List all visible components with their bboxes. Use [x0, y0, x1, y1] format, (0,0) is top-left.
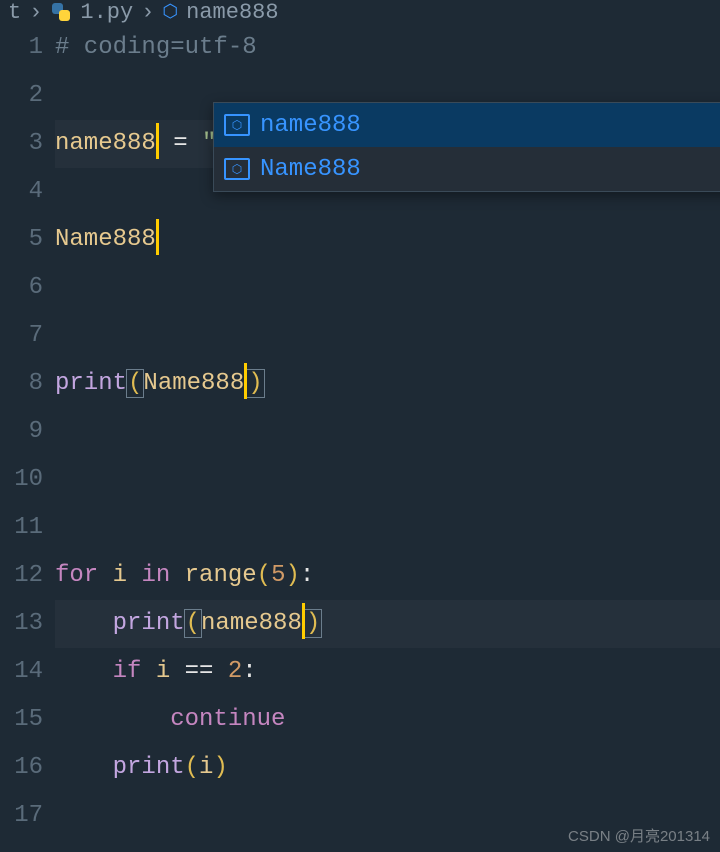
keyword-for: for	[55, 562, 98, 589]
autocomplete-item[interactable]: ⬡ name888	[214, 103, 720, 147]
paren-close: )	[285, 562, 299, 589]
operator-eq: ==	[185, 658, 214, 685]
code-line[interactable]: if i == 2:	[55, 648, 720, 696]
line-number: 5	[0, 216, 43, 264]
code-area[interactable]: # coding=utf-8 name888 = "●文天" Name888 p…	[55, 24, 720, 852]
code-line[interactable]	[55, 408, 720, 456]
line-number: 3	[0, 120, 43, 168]
paren-close: )	[246, 369, 264, 398]
text-cursor	[156, 219, 159, 255]
python-file-icon	[50, 1, 72, 23]
line-number: 6	[0, 264, 43, 312]
line-number: 13	[0, 600, 43, 648]
line-number: 14	[0, 648, 43, 696]
code-line[interactable]	[55, 456, 720, 504]
paren-open: (	[185, 754, 199, 781]
symbol-variable-icon: ⬡	[224, 158, 250, 180]
function-call: print	[113, 754, 185, 781]
paren-close: )	[304, 609, 322, 638]
variable: name888	[55, 130, 156, 157]
code-line[interactable]	[55, 312, 720, 360]
colon: :	[300, 562, 314, 589]
line-number: 9	[0, 408, 43, 456]
line-number: 2	[0, 72, 43, 120]
code-line[interactable]	[55, 504, 720, 552]
line-number: 17	[0, 792, 43, 840]
function-call: print	[55, 370, 127, 397]
line-number: 4	[0, 168, 43, 216]
code-line[interactable]: print(i)	[55, 744, 720, 792]
paren-open: (	[257, 562, 271, 589]
keyword-continue: continue	[170, 706, 285, 733]
code-line[interactable]: Name888	[55, 216, 720, 264]
line-number: 8	[0, 360, 43, 408]
paren-open: (	[126, 369, 144, 398]
variable: Name888	[55, 226, 156, 253]
code-line[interactable]: # coding=utf-8	[55, 24, 720, 72]
text-cursor	[302, 603, 305, 639]
chevron-right-icon: ›	[141, 0, 154, 24]
text-cursor	[156, 123, 159, 159]
code-line[interactable]: print(name888)	[55, 600, 720, 648]
function-call: print	[113, 610, 185, 637]
breadcrumb-symbol[interactable]: name888	[186, 0, 278, 24]
autocomplete-label: Name888	[260, 156, 361, 183]
colon: :	[242, 658, 256, 685]
line-number: 16	[0, 744, 43, 792]
keyword-in: in	[141, 562, 170, 589]
line-number: 12	[0, 552, 43, 600]
symbol-variable-icon: ⬡	[224, 114, 250, 136]
variable: i	[98, 562, 141, 589]
line-number: 11	[0, 504, 43, 552]
line-number: 1	[0, 24, 43, 72]
breadcrumb[interactable]: t › 1.py › ⬡ name888	[0, 0, 720, 24]
watermark: CSDN @月亮201314	[568, 825, 710, 846]
line-number-gutter: 1 2 3 4 5 6 7 8 9 10 11 12 13 14 15 16 1…	[0, 24, 55, 852]
chevron-right-icon: ›	[29, 0, 42, 24]
code-line[interactable]	[55, 264, 720, 312]
autocomplete-popup[interactable]: ⬡ name888 ⬡ Name888	[213, 102, 720, 192]
variable: Name888	[143, 370, 244, 397]
variable: name888	[201, 610, 302, 637]
breadcrumb-file[interactable]: 1.py	[80, 0, 133, 24]
line-number: 7	[0, 312, 43, 360]
variable: i	[141, 658, 184, 685]
variable: i	[199, 754, 213, 781]
line-number: 10	[0, 456, 43, 504]
symbol-variable-icon: ⬡	[162, 1, 178, 23]
number: 5	[271, 562, 285, 589]
paren-open: (	[184, 609, 202, 638]
autocomplete-label: name888	[260, 112, 361, 139]
number: 2	[213, 658, 242, 685]
builtin-range: range	[170, 562, 256, 589]
breadcrumb-seg-truncated: t	[8, 0, 21, 24]
code-editor[interactable]: 1 2 3 4 5 6 7 8 9 10 11 12 13 14 15 16 1…	[0, 24, 720, 852]
code-line[interactable]: print(Name888)	[55, 360, 720, 408]
autocomplete-item[interactable]: ⬡ Name888	[214, 147, 720, 191]
paren-close: )	[213, 754, 227, 781]
line-number: 15	[0, 696, 43, 744]
comment: # coding=utf-8	[55, 34, 257, 61]
code-line[interactable]: continue	[55, 696, 720, 744]
operator: =	[159, 130, 202, 157]
text-cursor	[244, 363, 247, 399]
code-line[interactable]: for i in range(5):	[55, 552, 720, 600]
keyword-if: if	[113, 658, 142, 685]
